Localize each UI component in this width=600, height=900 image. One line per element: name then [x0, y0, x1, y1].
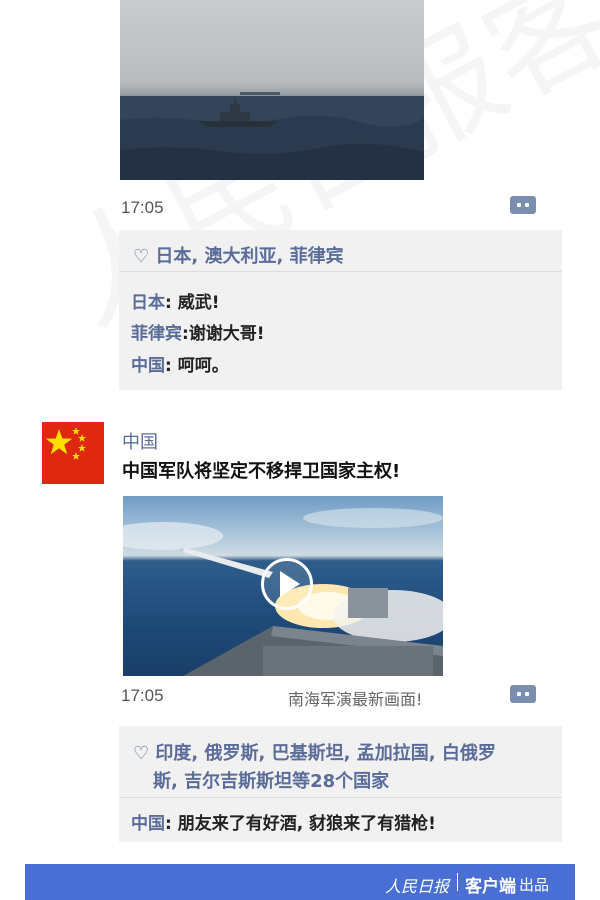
comment-icon[interactable] [510, 196, 536, 214]
comment-text: 威武! [177, 293, 220, 313]
footer-brand: 客户端 [465, 877, 516, 897]
heart-outline-icon: ♡ [133, 743, 156, 764]
comment-sep: : [165, 293, 178, 313]
post-photo-warship[interactable] [120, 0, 424, 180]
video-caption[interactable]: 南海军演最新画面! [288, 686, 422, 710]
comment-icon[interactable] [510, 685, 536, 703]
comment-sep: : [165, 356, 178, 376]
video-thumbnail[interactable] [123, 496, 443, 676]
comment-text: 呵呵。 [177, 356, 229, 376]
comment-author[interactable]: 日本 [131, 293, 165, 313]
comment-row[interactable]: 中国: 朋友来了有好酒, 豺狼来了有猎枪! [131, 809, 436, 834]
footer-suffix: 出品 [519, 876, 550, 894]
likes-line: ♡ 印度, 俄罗斯, 巴基斯坦, 孟加拉国, 白俄罗 [133, 739, 496, 765]
comment-row[interactable]: 日本: 威武! [131, 288, 219, 313]
divider [119, 271, 562, 272]
flag-icon [42, 422, 104, 484]
comment-row[interactable]: 中国: 呵呵。 [131, 351, 229, 376]
likes-comments-box: ♡ 印度, 俄罗斯, 巴基斯坦, 孟加拉国, 白俄罗 斯, 吉尔吉斯斯坦等28个… [119, 726, 562, 842]
likes-names[interactable]: 印度, 俄罗斯, 巴基斯坦, 孟加拉国, 白俄罗 [155, 743, 495, 764]
divider [119, 797, 562, 798]
comment-sep: : [182, 324, 189, 344]
comment-author[interactable]: 菲律宾 [131, 324, 182, 344]
comment-row[interactable]: 菲律宾:谢谢大哥! [131, 319, 265, 344]
play-icon [280, 571, 300, 597]
avatar[interactable] [42, 422, 104, 484]
footer-bar: 人民日报 客户端 出品 [25, 864, 575, 900]
comment-author[interactable]: 中国 [131, 814, 165, 834]
likes-comments-box: ♡ 日本, 澳大利亚, 菲律宾 日本: 威武! 菲律宾:谢谢大哥! 中国: 呵呵… [119, 230, 562, 390]
warship-photo-art [120, 92, 424, 180]
play-button[interactable] [261, 558, 313, 610]
likes-names[interactable]: 日本, 澳大利亚, 菲律宾 [155, 246, 343, 267]
post-text: 中国军队将坚定不移捍卫国家主权! [122, 461, 401, 482]
comment-text: 谢谢大哥! [188, 324, 265, 344]
comment-sep: : [165, 814, 178, 834]
post-author[interactable]: 中国 [122, 428, 158, 454]
likes-line-continued[interactable]: 斯, 吉尔吉斯斯坦等28个国家 [153, 767, 389, 793]
likes-line: ♡ 日本, 澳大利亚, 菲律宾 [133, 242, 344, 268]
post-time: 17:05 [121, 686, 164, 705]
comment-author[interactable]: 中国 [131, 356, 165, 376]
post-time: 17:05 [121, 198, 164, 217]
footer-logo: 人民日报 [385, 877, 450, 896]
comment-text: 朋友来了有好酒, 豺狼来了有猎枪! [177, 814, 436, 834]
footer-separator [457, 873, 458, 891]
heart-outline-icon: ♡ [133, 246, 156, 267]
